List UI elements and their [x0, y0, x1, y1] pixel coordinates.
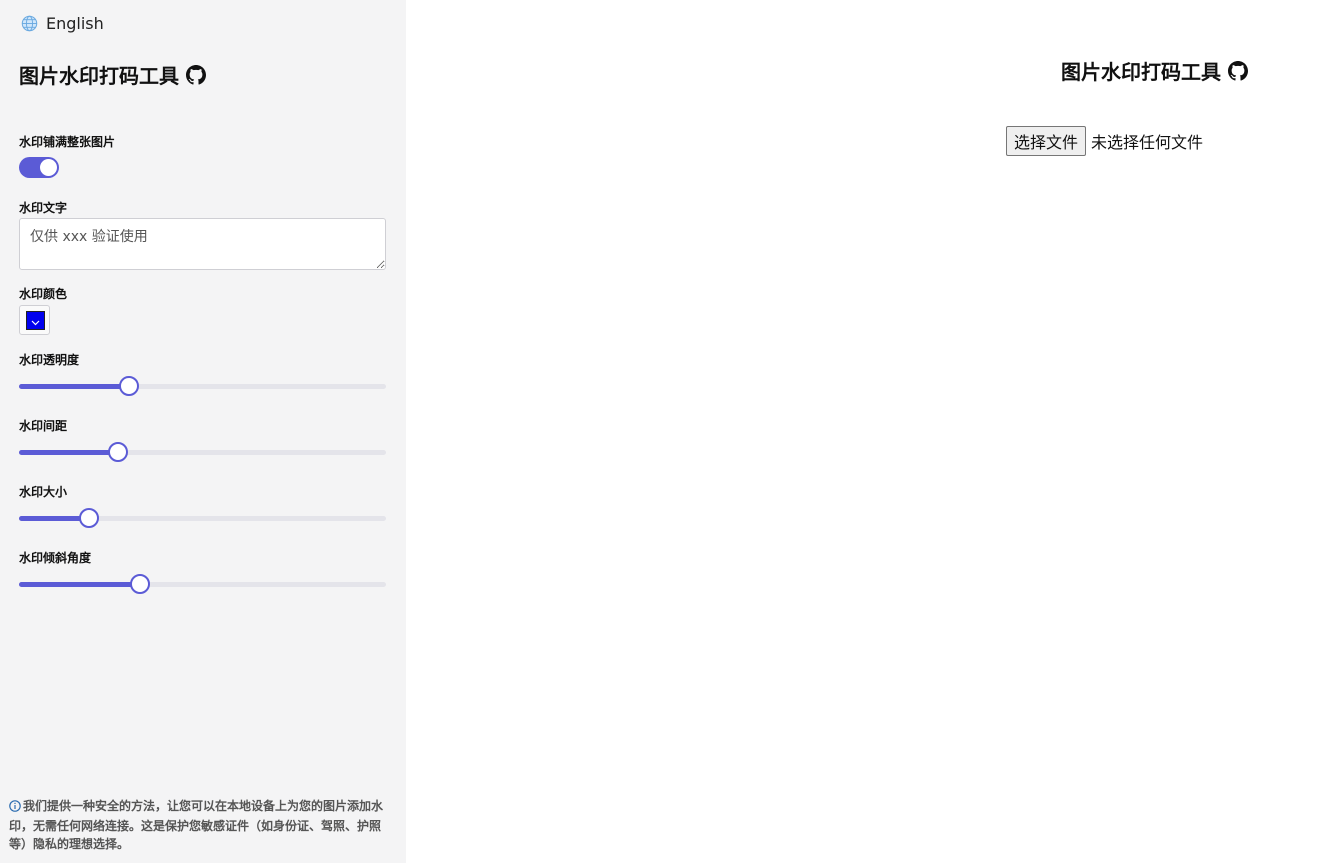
fill-toggle[interactable]: [19, 157, 59, 178]
slider-thumb[interactable]: [130, 574, 151, 594]
angle-slider[interactable]: [19, 574, 386, 594]
color-swatch: [26, 311, 45, 330]
spacing-slider[interactable]: [19, 442, 386, 462]
size-label: 水印大小: [19, 485, 68, 499]
angle-label: 水印倾斜角度: [19, 551, 92, 565]
text-label: 水印文字: [19, 201, 68, 215]
language-switch[interactable]: English: [21, 14, 104, 33]
opacity-label: 水印透明度: [19, 353, 80, 367]
privacy-note: 我们提供一种安全的方法，让您可以在本地设备上为您的图片添加水印，无需任何网络连接…: [9, 797, 389, 853]
slider-thumb[interactable]: [119, 376, 140, 396]
github-icon[interactable]: [1228, 60, 1248, 81]
globe-icon: [21, 15, 38, 32]
chevron-down-icon: [31, 311, 40, 330]
file-input: 选择文件 未选择任何文件: [1006, 126, 1203, 156]
slider-thumb[interactable]: [108, 442, 129, 462]
fill-toggle-label: 水印铺满整张图片: [19, 135, 116, 149]
main-title-text: 图片水印打码工具: [1061, 60, 1221, 84]
github-icon[interactable]: [186, 64, 206, 85]
slider-thumb[interactable]: [78, 508, 99, 528]
app-root: English 图片水印打码工具 水印铺满整张图片 水印文字 水印颜色: [0, 0, 1330, 863]
toggle-knob: [40, 159, 57, 176]
language-label: English: [46, 14, 104, 33]
settings-sidebar: English 图片水印打码工具 水印铺满整张图片 水印文字 水印颜色: [0, 0, 406, 863]
color-label: 水印颜色: [19, 287, 68, 301]
file-status: 未选择任何文件: [1091, 133, 1204, 152]
slider-fill: [19, 450, 119, 455]
slider-fill: [19, 582, 141, 587]
choose-file-button[interactable]: 选择文件: [1006, 126, 1087, 156]
slider-fill: [19, 384, 130, 389]
color-picker[interactable]: [19, 305, 50, 335]
preview-area: 图片水印打码工具 选择文件 未选择任何文件: [406, 0, 1330, 863]
sidebar-title-text: 图片水印打码工具: [19, 64, 179, 88]
info-icon: [9, 799, 21, 817]
size-slider[interactable]: [19, 508, 386, 528]
opacity-slider[interactable]: [19, 376, 386, 396]
spacing-label: 水印间距: [19, 419, 68, 433]
sidebar-title: 图片水印打码工具: [19, 60, 206, 89]
watermark-text-input[interactable]: [19, 218, 386, 270]
privacy-note-text: 我们提供一种安全的方法，让您可以在本地设备上为您的图片添加水印，无需任何网络连接…: [9, 799, 384, 851]
main-title: 图片水印打码工具: [1061, 56, 1248, 85]
